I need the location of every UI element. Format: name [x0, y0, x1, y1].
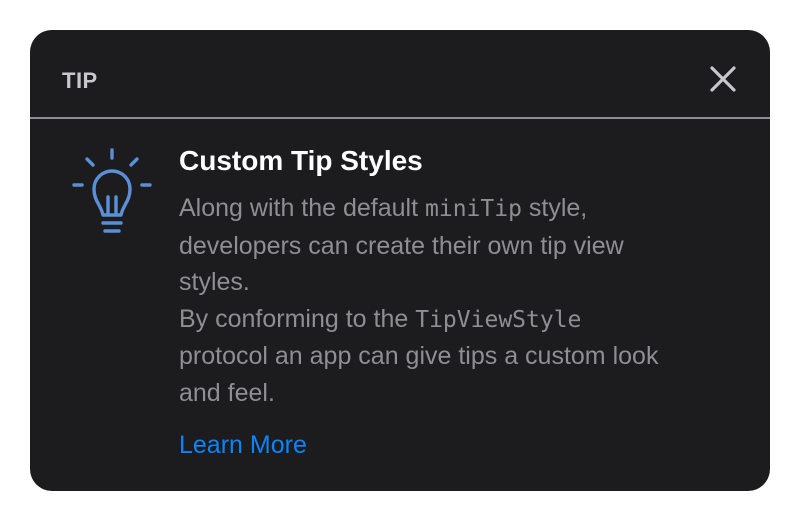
- tip-header-label: TIP: [62, 68, 98, 93]
- tip-header: TIP: [30, 30, 770, 118]
- code-tip-view-style: TipViewStyle: [415, 306, 582, 333]
- tip-message-text: style,: [521, 194, 588, 222]
- tip-message-line: protocol an app can give tips a custom l…: [179, 342, 659, 370]
- tip-message-line: styles.: [179, 268, 250, 296]
- code-mini-tip: miniTip: [425, 196, 522, 222]
- learn-more-link[interactable]: Learn More: [179, 428, 307, 462]
- close-icon: [710, 66, 736, 92]
- tip-message: Along with the default miniTip style, de…: [179, 190, 749, 411]
- tip-message-line: developers can create their own tip view: [179, 231, 624, 260]
- tip-message-line: Along with the default miniTip style,: [179, 190, 749, 228]
- tip-message-text: By conforming to the: [179, 304, 416, 333]
- close-button[interactable]: [706, 62, 740, 96]
- tip-message-line: and feel.: [179, 378, 275, 407]
- header-divider: [30, 117, 770, 119]
- tip-message-text: Along with the default: [179, 194, 425, 222]
- tip-card: TIP Custom Tip Styles Along with the def…: [30, 30, 770, 491]
- tip-title: Custom Tip Styles: [179, 145, 423, 176]
- tip-message-line: By conforming to the TipViewStyle: [179, 301, 749, 339]
- lightbulb-icon: [70, 147, 154, 243]
